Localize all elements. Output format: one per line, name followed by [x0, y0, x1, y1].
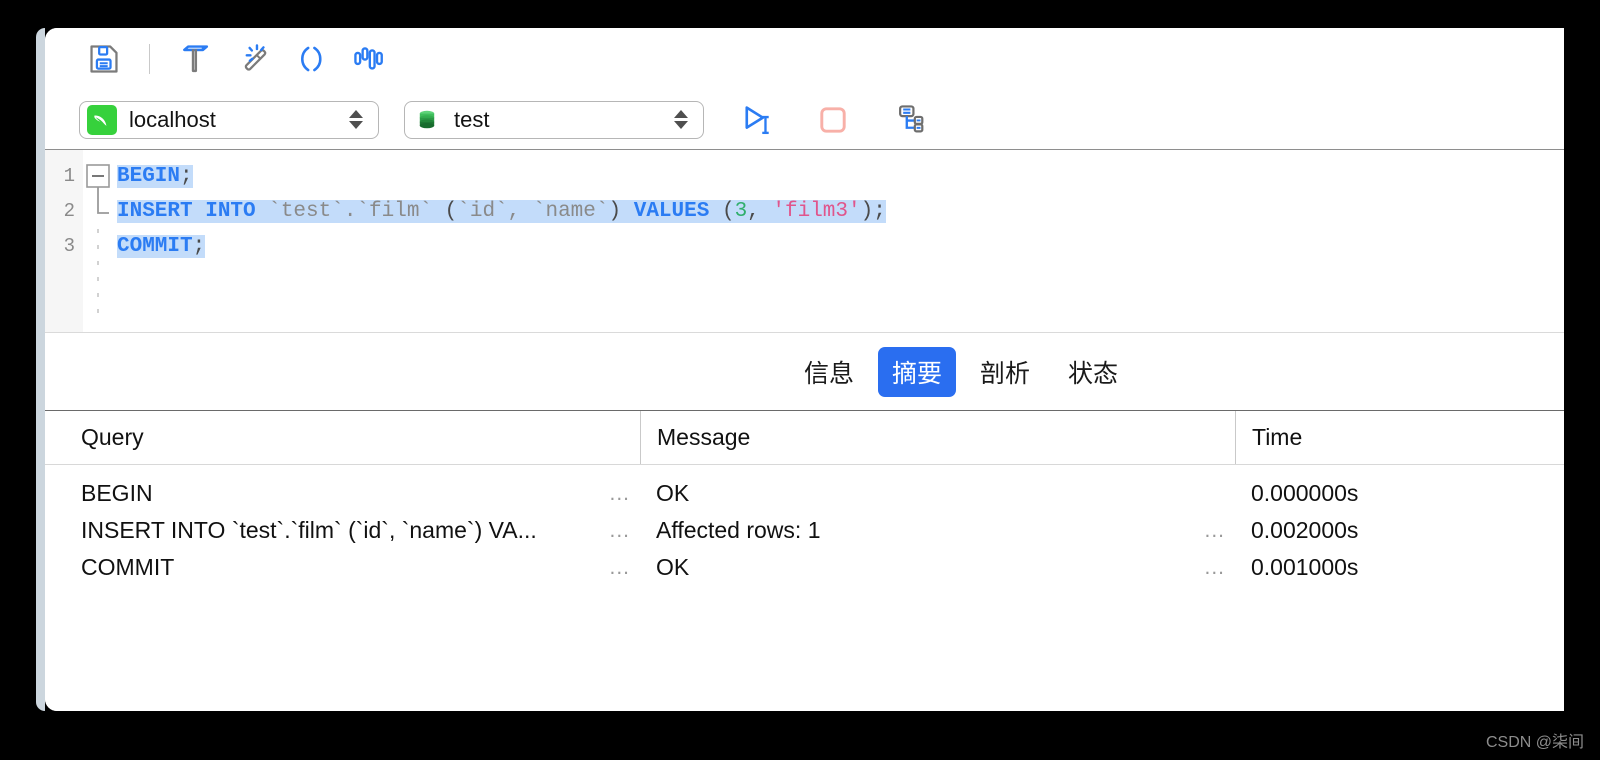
cell-query: COMMIT ...: [45, 549, 640, 586]
code-fold-gutter[interactable]: [83, 150, 117, 332]
column-header-message[interactable]: Message: [640, 411, 1235, 464]
line-number: 1: [63, 165, 75, 187]
cell-time-text: 0.002000s: [1251, 517, 1359, 543]
result-tabs: 信息 摘要 剖析 状态: [45, 333, 1564, 411]
host-value: localhost: [129, 106, 216, 132]
columns-button[interactable]: [342, 36, 396, 82]
sql-identifier: `id`, `name`: [457, 200, 609, 223]
sql-punct: );: [860, 200, 886, 223]
cell-query: INSERT INTO `test`.`film` (`id`, `name`)…: [45, 512, 640, 549]
cell-query: BEGIN ...: [45, 475, 640, 512]
sql-punct: (: [709, 200, 735, 223]
stop-button[interactable]: [806, 97, 860, 143]
truncation-ellipsis: ...: [609, 481, 630, 505]
save-icon: [90, 45, 118, 73]
table-row[interactable]: INSERT INTO `test`.`film` (`id`, `name`)…: [45, 512, 1564, 549]
tab-info[interactable]: 信息: [790, 347, 868, 397]
parentheses-button[interactable]: [284, 36, 338, 82]
database-cylinder-icon: [412, 105, 442, 135]
code-line-1[interactable]: BEGIN;: [117, 159, 1564, 194]
sql-punct: (: [444, 200, 458, 223]
truncation-ellipsis: ...: [609, 555, 630, 579]
magic-wand-button[interactable]: [226, 36, 280, 82]
sql-editor[interactable]: 1 2 3 BEGIN; INSERT INTO `test`.`film` (…: [45, 150, 1564, 333]
cell-message: Affected rows: 1 ...: [640, 512, 1235, 549]
sql-punct: ;: [192, 235, 206, 258]
window-left-edge: [36, 28, 45, 711]
line-number: 2: [63, 200, 75, 222]
toolbar-separator: [149, 44, 150, 74]
tab-status[interactable]: 状态: [1054, 347, 1132, 397]
watermark: CSDN @柒间: [1485, 734, 1584, 751]
fold-marker-icon[interactable]: [83, 159, 117, 329]
host-select[interactable]: localhost: [79, 100, 379, 139]
tab-summary[interactable]: 摘要: [877, 346, 956, 397]
run-icon: [745, 105, 769, 134]
sql-keyword: VALUES: [633, 200, 710, 223]
results-header-row: Query Message Time: [45, 411, 1564, 465]
stop-icon: [820, 106, 846, 133]
table-row[interactable]: BEGIN ... OK 0.000000s: [45, 475, 1564, 512]
line-number: 3: [63, 235, 75, 257]
columns-icon: [354, 47, 383, 70]
explain-tree-icon: [899, 104, 924, 132]
explain-plan-button[interactable]: [882, 97, 936, 143]
connection-bar: localhost test: [45, 90, 1564, 150]
code-line-2[interactable]: INSERT INTO `test`.`film` (`id`, `name`)…: [117, 194, 1564, 229]
truncation-ellipsis: ...: [1204, 555, 1225, 579]
sql-keyword: BEGIN: [117, 165, 181, 188]
mysql-dolphin-icon: [87, 104, 117, 135]
truncation-ellipsis: ...: [609, 518, 630, 542]
code-line-3[interactable]: COMMIT;: [117, 229, 1564, 264]
icon-toolbar: [45, 28, 1564, 90]
column-header-time[interactable]: Time: [1235, 411, 1564, 464]
results-body: BEGIN ... OK 0.000000s INSERT INTO `test…: [45, 465, 1564, 711]
database-stepper-icon[interactable]: [671, 110, 691, 129]
sql-punct: ,: [747, 200, 773, 223]
truncation-ellipsis: ...: [1204, 518, 1225, 542]
sql-keyword: COMMIT: [117, 235, 193, 258]
sql-string: 'film3': [772, 200, 861, 223]
magic-wand-icon: [244, 44, 267, 71]
sql-identifier: `test`.`film`: [255, 200, 445, 223]
cell-message: OK: [640, 475, 1235, 512]
cell-query-text: COMMIT: [81, 554, 175, 580]
results-panel: Query Message Time BEGIN ... OK 0.000000…: [45, 411, 1564, 711]
cell-message-text: OK: [656, 480, 690, 506]
app-window: localhost test 1 2 3 BEGIN; INSERT INTO …: [45, 28, 1564, 711]
cell-message: OK ...: [640, 549, 1235, 586]
column-header-query[interactable]: Query: [45, 411, 640, 464]
cell-query-text: INSERT INTO `test`.`film` (`id`, `name`)…: [81, 517, 537, 543]
code-area[interactable]: BEGIN; INSERT INTO `test`.`film` (`id`, …: [117, 150, 1564, 332]
cell-time-text: 0.000000s: [1251, 480, 1359, 506]
cell-query-text: BEGIN: [81, 480, 153, 506]
sql-keyword: INSERT INTO: [117, 200, 256, 223]
sql-punct: ): [608, 200, 634, 223]
cell-time: 0.000000s: [1235, 475, 1564, 512]
cell-time: 0.002000s: [1235, 512, 1564, 549]
beautify-button[interactable]: [168, 36, 222, 82]
sql-number: 3: [734, 200, 748, 223]
run-button[interactable]: [730, 97, 784, 143]
host-stepper-icon[interactable]: [346, 110, 366, 129]
parentheses-icon: [301, 46, 322, 72]
cell-message-text: Affected rows: 1: [656, 517, 821, 543]
cell-message-text: OK: [656, 554, 690, 580]
table-row[interactable]: COMMIT ... OK ... 0.001000s: [45, 549, 1564, 586]
save-button[interactable]: [77, 36, 131, 82]
line-number-gutter: 1 2 3: [45, 150, 83, 332]
beautify-icon: [183, 45, 209, 73]
cell-time: 0.001000s: [1235, 549, 1564, 586]
database-value: test: [454, 106, 490, 132]
cell-time-text: 0.001000s: [1251, 554, 1359, 580]
sql-punct: ;: [180, 165, 193, 188]
tab-profile[interactable]: 剖析: [966, 347, 1044, 397]
database-select[interactable]: test: [404, 100, 704, 139]
